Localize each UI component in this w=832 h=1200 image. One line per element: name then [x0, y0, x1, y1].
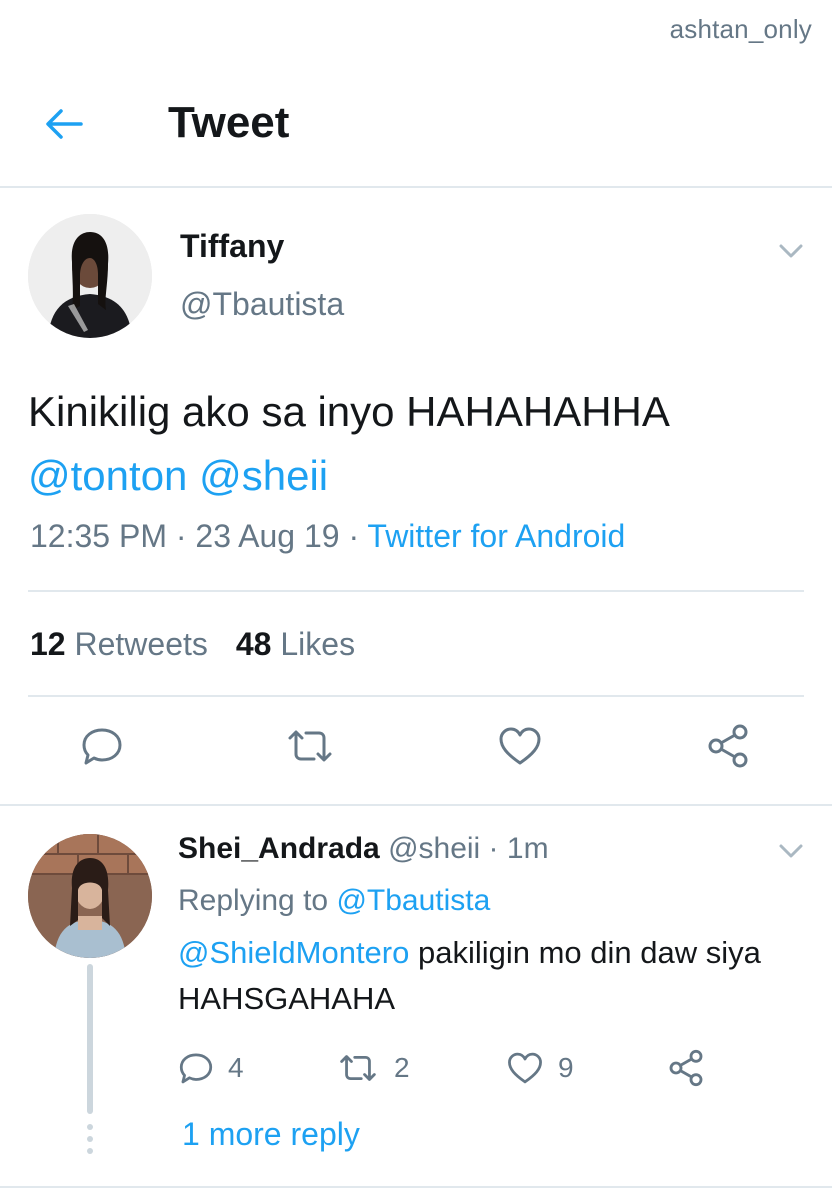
mention-link[interactable]: @sheii: [199, 452, 328, 499]
mention-link[interactable]: @ShieldMontero: [178, 935, 409, 970]
tweet-time: 12:35 PM: [30, 518, 167, 554]
avatar[interactable]: [28, 834, 152, 958]
reply-menu-button[interactable]: [776, 836, 806, 866]
retweets-count: 12: [30, 626, 66, 662]
meta-separator: ·: [339, 518, 368, 554]
retweet-icon: [340, 1055, 376, 1081]
tweet-menu-button[interactable]: [776, 236, 806, 266]
like-count: 9: [558, 1052, 574, 1083]
like-button[interactable]: [494, 720, 546, 772]
avatar[interactable]: [28, 214, 152, 338]
author-handle[interactable]: @Tbautista: [180, 286, 344, 323]
reply-retweet-button[interactable]: 2: [336, 1044, 410, 1092]
thread-line: [87, 964, 93, 1114]
profile-photo: [28, 214, 152, 338]
reply-handle-time: @sheii · 1m: [379, 832, 549, 865]
heart-icon: [499, 727, 541, 765]
tweet-meta: 12:35 PM · 23 Aug 19 · Twitter for Andro…: [30, 518, 625, 555]
watermark-text: ashtan_only: [669, 14, 812, 44]
tweet-actions: [0, 720, 832, 780]
profile-photo: [28, 834, 152, 958]
meta-separator: ·: [166, 518, 196, 554]
tweet-source-link[interactable]: Twitter for Android: [367, 518, 625, 554]
chevron-down-icon: [779, 244, 803, 258]
heart-icon: [508, 1052, 542, 1084]
tweet-body: Kinikilig ako sa inyo HAHAHAHHA: [28, 388, 670, 435]
share-icon: [708, 724, 748, 768]
app-header: Tweet: [0, 60, 832, 188]
reply-header: Shei_Andrada @sheii · 1m: [178, 832, 549, 866]
mention-link[interactable]: @tonton: [28, 452, 187, 499]
chevron-down-icon: [779, 844, 803, 858]
reply-reply-button[interactable]: 4: [178, 1044, 244, 1092]
divider: [28, 695, 804, 697]
retweet-button[interactable]: [284, 720, 336, 772]
retweet-icon: [288, 730, 332, 762]
retweets-label: Retweets: [74, 626, 208, 662]
replying-to-link[interactable]: @Tbautista: [336, 884, 490, 917]
arrow-left-icon: [46, 109, 83, 139]
reply-actions: 4 2 9: [178, 1044, 778, 1092]
reply-icon: [82, 728, 122, 765]
reply-button[interactable]: [76, 720, 128, 772]
tweet-text: Kinikilig ako sa inyo HAHAHAHHA @tonton @…: [28, 380, 818, 508]
replying-to: Replying to @Tbautista: [178, 884, 490, 918]
tweet-date: 23 Aug 19: [195, 518, 340, 554]
replying-prefix: Replying to: [178, 884, 337, 917]
thread-dots: [87, 1124, 93, 1160]
likes-count: 48: [235, 626, 272, 662]
divider: [0, 1186, 832, 1188]
likes-label: Likes: [280, 626, 356, 662]
tweet-stats: 12 Retweets 48 Likes: [30, 626, 355, 663]
share-button[interactable]: [702, 720, 754, 772]
retweet-count: 2: [394, 1052, 410, 1083]
reply-share-button[interactable]: [666, 1044, 720, 1092]
reply-icon: [179, 1053, 213, 1084]
divider: [28, 590, 804, 592]
reply-like-button[interactable]: 9: [506, 1044, 574, 1092]
back-button[interactable]: [40, 102, 88, 146]
reply-count: 4: [228, 1052, 244, 1083]
reply-author-name[interactable]: Shei_Andrada: [178, 832, 380, 865]
reply-text: @ShieldMontero pakiligin mo din daw siya…: [178, 930, 798, 1022]
reply-tweet[interactable]: Shei_Andrada @sheii · 1m Replying to @Tb…: [0, 806, 832, 1186]
retweets-stat[interactable]: 12 Retweets: [30, 626, 208, 662]
share-icon: [669, 1049, 703, 1087]
page-title: Tweet: [168, 98, 290, 147]
likes-stat[interactable]: 48 Likes: [236, 626, 355, 662]
more-replies-link[interactable]: 1 more reply: [182, 1116, 360, 1153]
author-name[interactable]: Tiffany: [180, 228, 284, 265]
